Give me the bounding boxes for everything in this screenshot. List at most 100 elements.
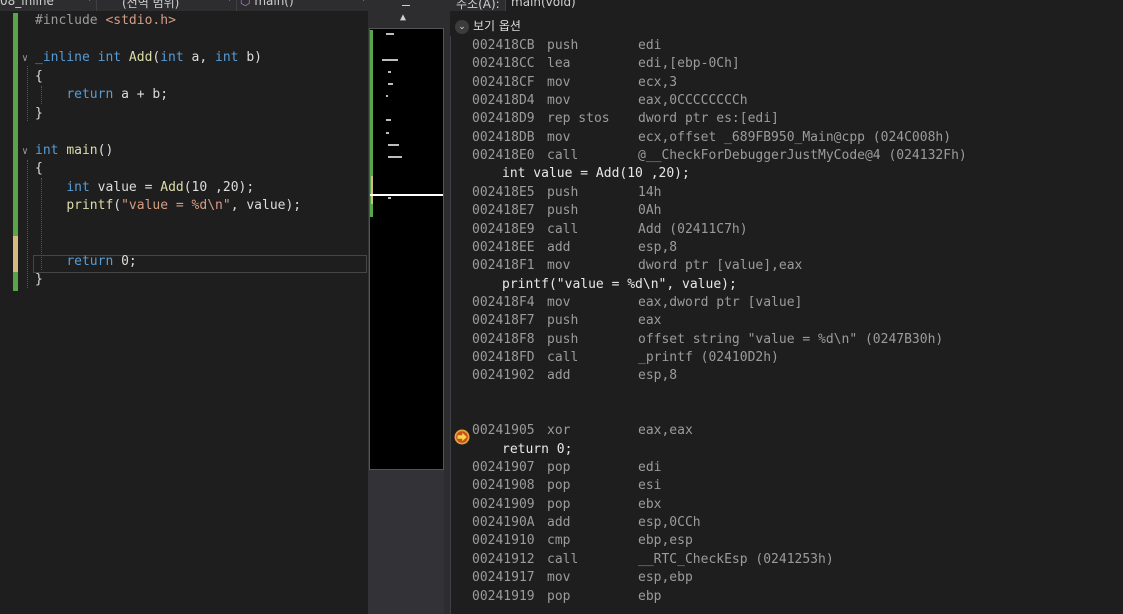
code-token: Add: [128, 50, 153, 65]
asm-address: 00241919: [472, 588, 535, 604]
asm-opcode: pop: [547, 496, 571, 512]
function-dropdown[interactable]: ⬡ main() ▾: [240, 0, 368, 10]
fold-toggle-icon[interactable]: ∨: [22, 53, 28, 64]
split-handle[interactable]: [402, 0, 410, 6]
asm-opcode: lea: [547, 56, 571, 72]
minimap-line: [388, 156, 402, 158]
minimap-line: [386, 95, 388, 97]
code-line[interactable]: _inline int Add(int a, int b): [35, 49, 262, 67]
asm-address: 00241902: [472, 368, 535, 384]
change-tracking-unsaved: [13, 236, 18, 272]
asm-address: 002418E7: [472, 203, 535, 219]
code-line[interactable]: {: [35, 68, 43, 86]
asm-opcode: add: [547, 515, 571, 531]
asm-address: 002418D4: [472, 93, 535, 109]
instruction-pointer-icon: [454, 429, 470, 445]
asm-operands: esp,0CCh: [638, 515, 701, 531]
code-line[interactable]: {: [35, 160, 43, 178]
source-line[interactable]: printf("value = %d\n", value);: [502, 276, 737, 294]
asm-opcode: mov: [547, 129, 571, 145]
asm-address: 002418F7: [472, 313, 535, 329]
asm-opcode: push: [547, 184, 579, 200]
asm-opcode: add: [547, 368, 571, 384]
asm-address: 002418E9: [472, 221, 535, 237]
code-token: main: [66, 142, 98, 158]
code-token: "value = %d\n": [121, 198, 231, 213]
code-token: int: [160, 50, 192, 65]
function-icon: ⬡: [240, 0, 251, 8]
source-line[interactable]: int value = Add(10 ,20);: [502, 165, 690, 183]
asm-opcode: mov: [547, 93, 571, 109]
asm-operands: Add (02411C7h): [638, 221, 748, 237]
minimap-line: [388, 71, 391, 73]
code-token: return: [66, 87, 122, 102]
disassembly-window[interactable]: 주소(A): main(void) ⌄ 보기 옵션 002418CB push edi…: [450, 0, 1123, 614]
minimap-line: [382, 59, 398, 61]
code-line[interactable]: }: [35, 105, 43, 123]
minimap[interactable]: [369, 28, 444, 470]
asm-address: 00241910: [472, 533, 535, 549]
source-line[interactable]: return 0;: [502, 441, 572, 459]
asm-opcode: mov: [547, 294, 571, 310]
disasm-margin: [450, 36, 451, 614]
chevron-down-icon: ⌄: [455, 19, 469, 34]
asm-address: 00241908: [472, 478, 535, 494]
asm-address: 002418D9: [472, 111, 535, 127]
minimap-viewport-marker[interactable]: [370, 194, 443, 196]
code-line[interactable]: printf("value = %d\n", value);: [35, 197, 301, 215]
scope-dropdown[interactable]: (전역 범위) ▾: [100, 0, 234, 10]
asm-opcode: push: [547, 331, 579, 347]
asm-operands: ebx: [638, 496, 662, 512]
asm-address: 00241907: [472, 460, 535, 476]
scope-name: (전역 범위): [122, 0, 180, 10]
scrollbar-minimap[interactable]: ▲: [368, 0, 444, 614]
asm-address: 002418EE: [472, 239, 535, 255]
project-name: 08_inline: [0, 0, 54, 8]
project-dropdown[interactable]: 08_inline ▾: [0, 0, 94, 10]
asm-operands: ebp,esp: [638, 533, 693, 549]
asm-operands: eax: [638, 313, 662, 329]
asm-address: 002418F4: [472, 294, 535, 310]
asm-operands: ecx,offset _689FB950_Main@cpp (024C008h): [638, 129, 952, 145]
code-line[interactable]: return a + b;: [35, 86, 168, 104]
asm-opcode: add: [547, 239, 571, 255]
code-token: 0;: [121, 253, 137, 269]
asm-operands: __RTC_CheckEsp (0241253h): [638, 551, 834, 567]
code-editor[interactable]: 08_inline ▾ (전역 범위) ▾ ⬡ main() ▾ ∨ ∨ #in…: [0, 0, 368, 614]
minimap-change-unsaved: [371, 176, 373, 204]
code-token: int: [35, 142, 67, 158]
view-options-label: 보기 옵션: [473, 19, 521, 33]
view-options-toggle[interactable]: ⌄ 보기 옵션: [455, 17, 521, 35]
asm-opcode: call: [547, 221, 579, 237]
asm-opcode: mov: [547, 74, 571, 90]
chevron-down-icon: ▾: [227, 0, 232, 4]
asm-operands: edi: [638, 38, 662, 53]
asm-opcode: xor: [547, 423, 571, 439]
code-line[interactable]: #include <stdio.h>: [35, 12, 176, 30]
fold-toggle-icon[interactable]: ∨: [22, 146, 28, 157]
divider: [96, 0, 97, 11]
code-line[interactable]: }: [35, 271, 43, 289]
code-token: int: [215, 50, 247, 65]
address-input[interactable]: main(void): [505, 0, 1123, 11]
address-value: main(void): [511, 0, 576, 9]
code-line[interactable]: return 0;: [35, 253, 137, 271]
asm-operands: edi,[ebp-0Ch]: [638, 56, 740, 72]
code-token: int: [66, 179, 98, 195]
asm-address: 00241905: [472, 423, 535, 439]
up-arrow-icon[interactable]: ▲: [400, 12, 406, 23]
asm-operands: dword ptr es:[edi]: [638, 111, 779, 127]
asm-address: 002418FD: [472, 349, 535, 365]
asm-address: 00241912: [472, 551, 535, 567]
asm-opcode: pop: [547, 478, 571, 494]
asm-operands: 14h: [638, 184, 662, 200]
code-line[interactable]: int value = Add(10 ,20);: [35, 179, 254, 197]
code-line[interactable]: int main(): [35, 142, 113, 160]
minimap-line: [388, 83, 393, 85]
divider: [236, 0, 237, 11]
asm-operands: eax,0CCCCCCCCh: [638, 93, 748, 109]
chevron-down-icon: ▾: [361, 0, 366, 4]
